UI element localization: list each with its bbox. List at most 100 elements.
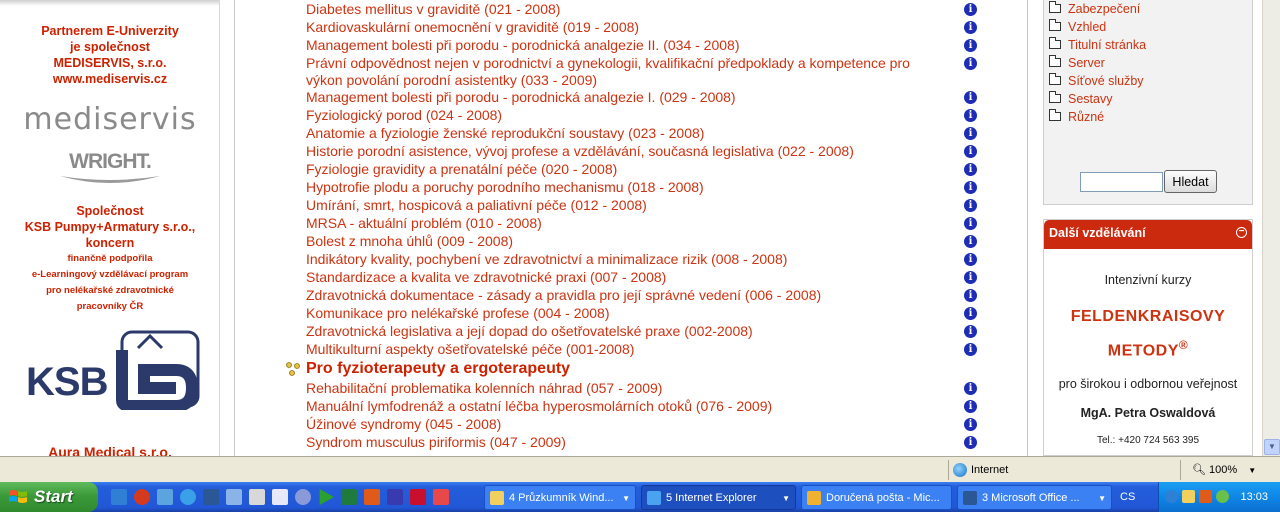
search-button[interactable]: Hledat <box>1164 170 1217 193</box>
category-item[interactable]: Síťové služby <box>1049 72 1144 90</box>
messenger-icon[interactable] <box>1216 490 1229 503</box>
course-link[interactable]: Úžinové syndromy (045 - 2008) <box>306 416 946 433</box>
course-link[interactable]: Hypotrofie plodu a poruchy porodního mec… <box>306 179 946 196</box>
info-icon[interactable]: i <box>964 181 977 194</box>
course-link[interactable]: Anatomie a fyziologie ženské reprodukční… <box>306 125 946 142</box>
course-link[interactable]: Zdravotnická legislativa a její dopad do… <box>306 323 946 340</box>
registered-mark: ® <box>1178 338 1189 352</box>
document-icon[interactable] <box>226 489 242 505</box>
refresh-icon[interactable] <box>157 489 173 505</box>
printer-icon[interactable] <box>249 489 265 505</box>
app-red-icon[interactable] <box>433 489 449 505</box>
course-link[interactable]: Multikulturní aspekty ošetřovatelské péč… <box>306 341 946 358</box>
play-icon[interactable] <box>319 489 334 505</box>
course-link[interactable]: Standardizace a kvalita ve zdravotnické … <box>306 269 946 286</box>
page-icon[interactable] <box>272 489 288 505</box>
info-icon[interactable]: i <box>964 253 977 266</box>
info-icon[interactable]: i <box>964 436 977 449</box>
course-link[interactable]: Bolest z mnoha úhlů (009 - 2008) <box>306 233 946 250</box>
start-button[interactable]: Start <box>0 482 98 512</box>
course-link[interactable]: Zdravotnická dokumentace - zásady a prav… <box>306 287 946 304</box>
info-icon[interactable]: i <box>964 199 977 212</box>
info-icon[interactable]: i <box>964 400 977 413</box>
info-icon[interactable]: i <box>964 217 977 230</box>
collapse-icon[interactable]: − <box>1236 227 1247 238</box>
edu-feldenkrais-line-2[interactable]: METODY® <box>1044 331 1252 365</box>
taskbar-button-mail[interactable]: Doručená pošta - Mic... <box>801 485 952 510</box>
vertical-scrollbar[interactable]: ▼ <box>1262 0 1280 456</box>
info-icon[interactable]: i <box>964 418 977 431</box>
info-icon[interactable]: i <box>964 39 977 52</box>
course-link[interactable]: Umírání, smrt, hospicová a paliativní pé… <box>306 197 946 214</box>
info-icon[interactable]: i <box>964 21 977 34</box>
course-link[interactable]: Kardiovaskulární onemocnění v graviditě … <box>306 19 946 36</box>
info-icon[interactable]: i <box>964 235 977 248</box>
word-icon[interactable] <box>203 489 219 505</box>
course-link[interactable]: Rehabilitační problematika kolenních náh… <box>306 380 946 397</box>
taskbar-button-explorer[interactable]: 4 Průzkumník Wind... ▼ <box>484 485 636 510</box>
course-link[interactable]: MRSA - aktuální problém (010 - 2008) <box>306 215 946 232</box>
gutter <box>221 0 234 456</box>
status-divider <box>1180 460 1181 480</box>
info-icon[interactable]: i <box>964 127 977 140</box>
edu-feldenkrais-line[interactable]: FELDENKRAISOVY <box>1044 303 1252 331</box>
search-input[interactable] <box>1080 172 1163 192</box>
status-bar: Internet 🔍︎ 100% ▼ <box>0 456 1280 482</box>
info-icon[interactable]: i <box>964 57 977 70</box>
category-item[interactable]: Server <box>1049 54 1105 72</box>
category-item[interactable]: Různé <box>1049 108 1104 126</box>
mail-icon[interactable] <box>1182 490 1195 503</box>
category-item[interactable]: Zabezpečení <box>1049 0 1140 18</box>
app-icon[interactable] <box>387 489 403 505</box>
office-icon[interactable] <box>364 489 380 505</box>
ie-icon[interactable] <box>111 489 127 505</box>
acrobat-icon[interactable] <box>410 489 426 505</box>
info-icon[interactable]: i <box>964 163 977 176</box>
mediservis-logo[interactable]: mediservis <box>0 102 219 137</box>
course-link[interactable]: Syndrom musculus piriformis (047 - 2009) <box>306 434 946 451</box>
taskbar-button-office[interactable]: 3 Microsoft Office ... ▼ <box>957 485 1112 510</box>
office-tray-icon[interactable] <box>1199 490 1212 503</box>
info-icon[interactable]: i <box>964 289 977 302</box>
system-tray: 13:03 <box>1158 482 1280 512</box>
info-icon[interactable]: i <box>964 145 977 158</box>
further-education-block: Další vzdělávání − Intenzivní kurzy FELD… <box>1043 219 1253 456</box>
info-icon[interactable]: i <box>964 91 977 104</box>
info-icon[interactable]: i <box>964 271 977 284</box>
course-link[interactable]: Právní odpovědnost nejen v porodnictví a… <box>306 55 936 89</box>
course-link[interactable]: Diabetes mellitus v graviditě (021 - 200… <box>306 1 946 18</box>
course-link[interactable]: Fyziologie gravidity a prenatální péče (… <box>306 161 946 178</box>
taskbar-button-label: Doručená pošta - Mic... <box>826 492 940 504</box>
firefox-icon[interactable] <box>134 489 150 505</box>
info-icon[interactable]: i <box>964 343 977 356</box>
course-link[interactable]: Manuální lymfodrenáž a ostatní léčba hyp… <box>306 398 946 415</box>
edu-audience: pro širokou i odbornou veřejnost <box>1058 377 1238 392</box>
zoom-control[interactable]: 🔍︎ 100% ▼ <box>1192 463 1256 476</box>
course-link[interactable]: Indikátory kvality, pochybení ve zdravot… <box>306 251 946 268</box>
info-icon[interactable]: i <box>964 3 977 16</box>
course-link[interactable]: Management bolesti při porodu - porodnic… <box>306 89 946 106</box>
taskbar-button-ie[interactable]: 5 Internet Explorer ▼ <box>641 485 796 510</box>
info-icon[interactable]: i <box>964 307 977 320</box>
excel-icon[interactable] <box>341 489 357 505</box>
back-arrow-icon[interactable] <box>1165 490 1178 503</box>
info-icon[interactable]: i <box>964 109 977 122</box>
scroll-down-arrow-icon[interactable]: ▼ <box>1264 439 1280 455</box>
course-link[interactable]: Komunikace pro nelékařské profese (004 -… <box>306 305 946 322</box>
ksb-logo[interactable]: KSB <box>26 330 202 412</box>
category-item[interactable]: Titulní stránka <box>1049 36 1146 54</box>
info-icon[interactable]: i <box>964 325 977 338</box>
partner-link[interactable]: www.mediservis.cz <box>0 71 219 87</box>
wright-logo[interactable]: WRIGHT. <box>0 150 219 193</box>
category-item[interactable]: Sestavy <box>1049 90 1112 108</box>
category-item[interactable]: Vzhled <box>1049 18 1106 36</box>
course-link[interactable]: Historie porodní asistence, vývoj profes… <box>306 143 946 160</box>
info-icon[interactable]: i <box>964 382 977 395</box>
course-link[interactable]: Management bolesti při porodu - porodnic… <box>306 37 946 54</box>
course-link[interactable]: Fyziologický porod (024 - 2008) <box>306 107 946 124</box>
language-indicator[interactable]: CS <box>1120 491 1135 503</box>
category-heading[interactable]: Pro fyzioterapeuty a ergoterapeuty <box>306 359 570 379</box>
media-icon[interactable] <box>295 489 311 505</box>
email-icon[interactable] <box>180 489 196 505</box>
partner-line: Partnerem E-Univerzity <box>41 24 179 38</box>
